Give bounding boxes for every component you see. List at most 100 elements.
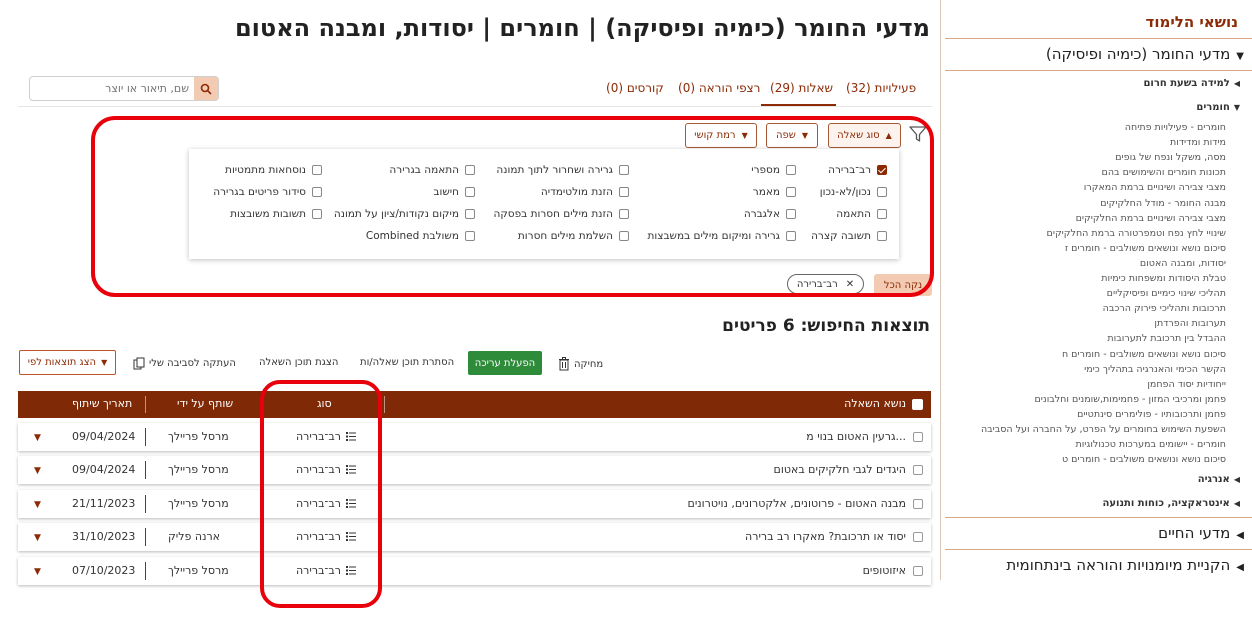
sidebar-leaf-item[interactable]: השפעת השימוש בחומרים על הפרט, על החברה ו… (981, 424, 1226, 435)
sidebar-leaf-item[interactable]: מצבי צבירה ושינויים ברמת המאקרו (1084, 182, 1226, 193)
row-date: 31/10/2023 (72, 530, 136, 543)
row-checkbox[interactable] (913, 499, 923, 509)
column-separator (145, 396, 146, 413)
row-topic[interactable]: היגדים לגבי חלקיקים באטום (774, 463, 906, 476)
caret-left-icon: ◀ (1236, 562, 1244, 573)
caret-down-icon: ▼ (1236, 51, 1244, 62)
hide-content-button[interactable]: הסתרת תוכן שאלה/ות (360, 357, 454, 368)
show-content-button[interactable]: הצגת תוכן השאלה (259, 357, 338, 368)
column-shared-by[interactable]: שותף על ידי (177, 397, 233, 410)
sidebar-leaf-item[interactable]: ההבדל בין תרכובת לתערובות (1107, 333, 1226, 344)
divider (945, 70, 1252, 71)
sidebar-topic-skills[interactable]: הקניית מיומנויות והוראה בינתחומית ◀ (1006, 556, 1244, 574)
sidebar-leaf-item[interactable]: שינויי לחץ נפח וטמפרטורה ברמת החלקיקים (1047, 228, 1226, 239)
caret-left-icon: ◀ (1233, 499, 1240, 508)
table-row[interactable]: מבנה האטום - פרוטונים, אלקטרונים, נויטרו… (18, 490, 931, 518)
divider (18, 106, 932, 107)
cell-separator (145, 562, 146, 580)
row-checkbox[interactable] (913, 465, 923, 475)
cell-separator (145, 461, 146, 479)
topics-sidebar: נושאי הלימוד מדעי החומר (כימיה ופיסיקה) ▼… (940, 0, 1252, 580)
tab-teaching-sequences[interactable]: רצפי הוראה (0) (678, 81, 760, 95)
row-checkbox[interactable] (913, 432, 923, 442)
delete-button[interactable]: מחיקה (558, 357, 603, 371)
divider (945, 517, 1252, 518)
chevron-down-icon[interactable]: ▼ (34, 433, 41, 443)
row-checkbox[interactable] (913, 532, 923, 542)
sidebar-sub-emergency[interactable]: למידה בשעת חרום ◀ (1143, 78, 1240, 89)
search-box (29, 76, 219, 101)
column-separator (384, 396, 385, 413)
sidebar-leaf-item[interactable]: פחמן ומרכיבי המזון - פחמימות,שומנים וחלב… (1034, 394, 1226, 405)
sidebar-leaf-item[interactable]: תכונות חומרים והשימושים בהם (1102, 167, 1226, 178)
row-date: 07/10/2023 (72, 564, 136, 577)
sidebar-leaf-item[interactable]: מצבי צבירה ושינויים ברמת החלקיקים (1076, 213, 1226, 224)
row-topic[interactable]: יסוד או תרכובת? מאקרו רב ברירה (745, 530, 906, 543)
show-results-by-button[interactable]: הצג תוצאות לפי ▼ (19, 350, 116, 375)
caret-left-icon: ◀ (1236, 530, 1244, 541)
row-shared-by: מרסל פריילך (168, 463, 229, 476)
row-topic[interactable]: איזוטופים (863, 564, 906, 577)
copy-icon (133, 357, 145, 370)
highlight-annotation (91, 116, 934, 297)
sidebar-leaf-item[interactable]: מבנה החומר - מודל החלקיקים (1100, 198, 1226, 209)
copy-to-my-space-button[interactable]: העתקה לסביבה שלי (133, 357, 236, 370)
tab-courses[interactable]: קורסים (0) (606, 81, 664, 95)
row-date: 21/11/2023 (72, 497, 136, 510)
search-icon (200, 83, 212, 95)
column-topic[interactable]: נושא השאלה (844, 397, 906, 410)
sidebar-sub-materials[interactable]: חומרים ▼ (1196, 102, 1240, 113)
sidebar-leaf-item[interactable]: מסה, משקל ונפח של גופים (1115, 152, 1226, 163)
chevron-down-icon[interactable]: ▼ (34, 500, 41, 510)
caret-left-icon: ◀ (1233, 79, 1240, 88)
sidebar-leaf-item[interactable]: חומרים - פעילויות פתיחה (1125, 122, 1226, 133)
sidebar-leaf-item[interactable]: תהליכי שינוי כימיים ופיסיקליים (1107, 288, 1226, 299)
sidebar-leaf-item[interactable]: תערובות והפרדתן (1154, 318, 1226, 329)
sidebar-leaf-item[interactable]: פחמן ותרכובותיו - פולימרים סינתטיים (1077, 409, 1226, 420)
sidebar-leaf-item[interactable]: טבלת היסודות ומשפחות כימיות (1101, 273, 1226, 284)
sidebar-sub-energy[interactable]: אנרגיה ◀ (1198, 474, 1240, 485)
sidebar-topic-life-science[interactable]: מדעי החיים ◀ (1158, 524, 1244, 542)
row-date: 09/04/2024 (72, 430, 136, 443)
row-topic[interactable]: גרעין האטום בנוי מ... (806, 430, 906, 443)
highlight-annotation (260, 380, 382, 608)
sidebar-leaf-item[interactable]: סיכום נושא ונושאים משולבים - חומרים ז (1065, 243, 1226, 254)
tab-activities[interactable]: פעילויות (32) (846, 81, 916, 95)
sidebar-leaf-item[interactable]: הקשר הכימי והאנרגיה בתהליך כימי (1084, 364, 1226, 375)
sidebar-leaf-item[interactable]: סיכום נושא ונושאים משולבים - חומרים ט (1062, 454, 1226, 465)
sidebar-leaf-item[interactable]: תרכובות ותהליכי פירוק הרכבה (1103, 303, 1226, 314)
row-shared-by: ארנה פליק (168, 530, 221, 543)
cell-separator (145, 428, 146, 446)
tab-questions[interactable]: שאלות (29) (770, 81, 833, 95)
page-title: מדעי החומר (כימיה ופיסיקה) | חומרים | יס… (234, 14, 930, 42)
search-button[interactable] (194, 77, 218, 100)
chevron-down-icon[interactable]: ▼ (34, 567, 41, 577)
caret-left-icon: ◀ (1233, 475, 1240, 484)
table-row[interactable]: איזוטופים רב־ברירה מרסל פריילך 07/10/2023 ▼ (18, 557, 931, 585)
table-row[interactable]: יסוד או תרכובת? מאקרו רב ברירה רב־ברירה אר… (18, 523, 931, 551)
row-checkbox[interactable] (913, 566, 923, 576)
column-share-date[interactable]: תאריך שיתוף (72, 397, 132, 410)
sidebar-topic-materials-science[interactable]: מדעי החומר (כימיה ופיסיקה) ▼ (1046, 45, 1244, 63)
sidebar-leaf-item[interactable]: מידות ומדידות (1170, 137, 1226, 148)
enable-edit-button[interactable]: הפעלת עריכה (468, 351, 542, 375)
chevron-down-icon[interactable]: ▼ (34, 533, 41, 543)
select-all-checkbox[interactable] (912, 399, 923, 410)
caret-down-icon: ▼ (1233, 103, 1240, 112)
sidebar-leaf-item[interactable]: ייחודיות יסוד הפחמן (1147, 379, 1226, 390)
table-header: נושא השאלה סוג שותף על ידי תאריך שיתוף (18, 391, 931, 418)
row-shared-by: מרסל פריילך (168, 564, 229, 577)
row-topic[interactable]: מבנה האטום - פרוטונים, אלקטרונים, נויטרו… (688, 497, 906, 510)
sidebar-leaf-item[interactable]: חומרים - יישומים במערכות טכנולוגיות (1075, 439, 1226, 450)
table-row[interactable]: היגדים לגבי חלקיקים באטום רב־ברירה מרסל פר… (18, 456, 931, 484)
sidebar-leaf-item[interactable]: יסודות, ומבנה האטום (1140, 258, 1226, 269)
row-shared-by: מרסל פריילך (168, 430, 229, 443)
sidebar-leaf-item[interactable]: סיכום נושא ונושאים משולבים - חומרים ח (1062, 349, 1226, 360)
results-title: תוצאות החיפוש: 6 פריטים (722, 316, 930, 336)
cell-separator (145, 495, 146, 513)
search-input[interactable] (30, 77, 195, 100)
sidebar-sub-interaction[interactable]: אינטראקציה, כוחות ותנועה ◀ (1103, 498, 1240, 509)
chevron-down-icon[interactable]: ▼ (34, 466, 41, 476)
table-row[interactable]: גרעין האטום בנוי מ... רב־ברירה מרסל פריילך… (18, 423, 931, 451)
divider (945, 549, 1252, 550)
